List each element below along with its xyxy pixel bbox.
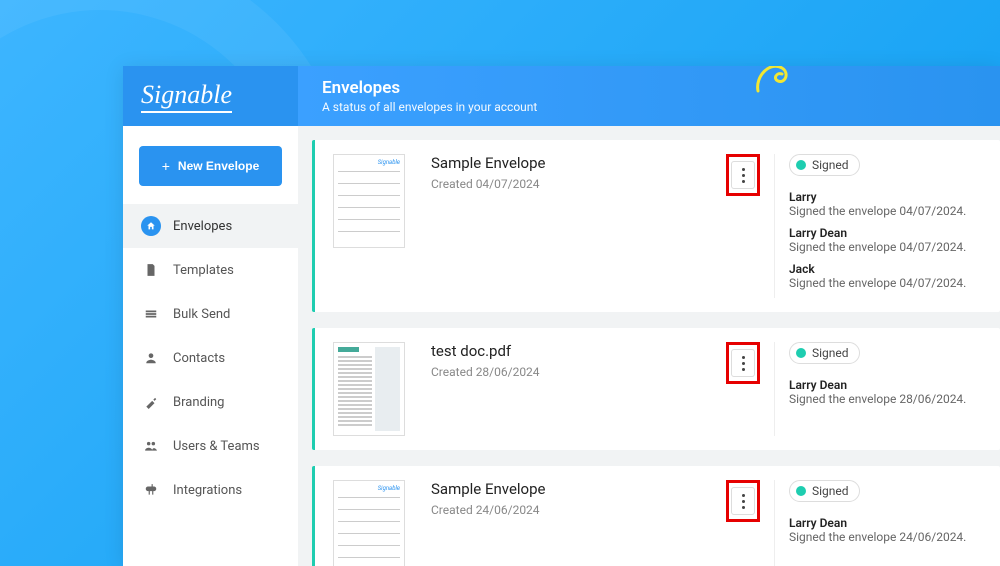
envelope-card: test doc.pdf Created 28/06/2024 Signed Larr…	[312, 328, 1000, 450]
envelope-thumbnail: Signable	[333, 154, 405, 248]
envelope-title[interactable]: Sample Envelope	[431, 480, 726, 498]
signer-name: Larry Dean	[789, 516, 984, 530]
signer-entry: Larry DeanSigned the envelope 04/07/2024…	[789, 226, 984, 254]
new-envelope-label: New Envelope	[178, 159, 259, 173]
signer-entry: Larry DeanSigned the envelope 28/06/2024…	[789, 378, 984, 406]
envelope-status-panel: SignedLarrySigned the envelope 04/07/202…	[774, 154, 984, 298]
signer-action: Signed the envelope 24/06/2024.	[789, 530, 984, 544]
sidebar-item-contacts[interactable]: Contacts	[123, 336, 298, 380]
signer-entry: LarrySigned the envelope 04/07/2024.	[789, 190, 984, 218]
sidebar-item-home[interactable]: Envelopes	[123, 204, 298, 248]
branding-icon	[141, 392, 161, 412]
sidebar-item-integrations[interactable]: Integrations	[123, 468, 298, 512]
status-label: Signed	[812, 158, 849, 172]
envelope-thumbnail: Signable	[333, 480, 405, 566]
sidebar: Signable + New Envelope Envelopes Templat…	[123, 66, 298, 566]
sidebar-item-templates[interactable]: Templates	[123, 248, 298, 292]
signer-name: Jack	[789, 262, 984, 276]
signer-entry: Larry DeanSigned the envelope 24/06/2024…	[789, 516, 984, 544]
envelope-status-panel: Signed Larry DeanSigned the envelope 28/0…	[774, 342, 984, 436]
sidebar-item-label: Bulk Send	[173, 307, 230, 322]
brand-text: Signable	[141, 80, 232, 113]
sidebar-item-label: Templates	[173, 263, 234, 278]
sidebar-item-bulk[interactable]: Bulk Send	[123, 292, 298, 336]
envelope-title[interactable]: test doc.pdf	[431, 342, 726, 360]
decorative-swirl	[750, 66, 800, 100]
sidebar-item-label: Users & Teams	[173, 439, 260, 454]
envelope-title[interactable]: Sample Envelope	[431, 154, 726, 172]
signer-action: Signed the envelope 04/07/2024.	[789, 240, 984, 254]
envelope-list: Signable Sample Envelope Created 04/07/202…	[298, 126, 1000, 566]
new-envelope-button[interactable]: + New Envelope	[139, 146, 282, 186]
brand-logo: Signable	[123, 66, 298, 126]
envelope-actions-menu[interactable]	[731, 161, 755, 189]
home-icon	[141, 216, 161, 236]
signer-entry: JackSigned the envelope 04/07/2024.	[789, 262, 984, 290]
signer-action: Signed the envelope 04/07/2024.	[789, 204, 984, 218]
status-dot-icon	[796, 486, 806, 496]
status-badge: Signed	[789, 154, 860, 176]
users-icon	[141, 436, 161, 456]
sidebar-item-label: Contacts	[173, 351, 225, 366]
envelope-status-panel: Signed Larry DeanSigned the envelope 24/0…	[774, 480, 984, 566]
sidebar-item-users[interactable]: Users & Teams	[123, 424, 298, 468]
bulk-icon	[141, 304, 161, 324]
envelope-actions-menu[interactable]	[731, 487, 755, 515]
sidebar-item-label: Branding	[173, 395, 224, 410]
envelope-created: Created 04/07/2024	[431, 177, 726, 191]
signer-action: Signed the envelope 28/06/2024.	[789, 392, 984, 406]
envelope-card: Signable Sample Envelope Created 24/06/202…	[312, 466, 1000, 566]
page-subtitle: A status of all envelopes in your accoun…	[322, 100, 976, 114]
status-label: Signed	[812, 346, 849, 360]
envelope-created: Created 24/06/2024	[431, 503, 726, 517]
sidebar-item-label: Envelopes	[173, 219, 232, 234]
sidebar-item-label: Integrations	[173, 483, 242, 498]
plus-icon: +	[162, 158, 170, 174]
highlight-marker	[726, 342, 760, 384]
envelope-actions-menu[interactable]	[731, 349, 755, 377]
page-title: Envelopes	[322, 78, 976, 98]
app-window: Signable + New Envelope Envelopes Templat…	[123, 66, 1000, 566]
highlight-marker	[726, 154, 760, 196]
envelope-card: Signable Sample Envelope Created 04/07/202…	[312, 140, 1000, 312]
highlight-marker	[726, 480, 760, 522]
contacts-icon	[141, 348, 161, 368]
templates-icon	[141, 260, 161, 280]
envelope-thumbnail	[333, 342, 405, 436]
signer-action: Signed the envelope 04/07/2024.	[789, 276, 984, 290]
status-label: Signed	[812, 484, 849, 498]
integrations-icon	[141, 480, 161, 500]
status-badge: Signed	[789, 342, 860, 364]
envelope-created: Created 28/06/2024	[431, 365, 726, 379]
page-header: Envelopes A status of all envelopes in y…	[298, 66, 1000, 126]
signer-name: Larry Dean	[789, 226, 984, 240]
main: Envelopes A status of all envelopes in y…	[298, 66, 1000, 566]
status-dot-icon	[796, 348, 806, 358]
status-badge: Signed	[789, 480, 860, 502]
sidebar-item-branding[interactable]: Branding	[123, 380, 298, 424]
status-dot-icon	[796, 160, 806, 170]
signer-name: Larry Dean	[789, 378, 984, 392]
signer-name: Larry	[789, 190, 984, 204]
